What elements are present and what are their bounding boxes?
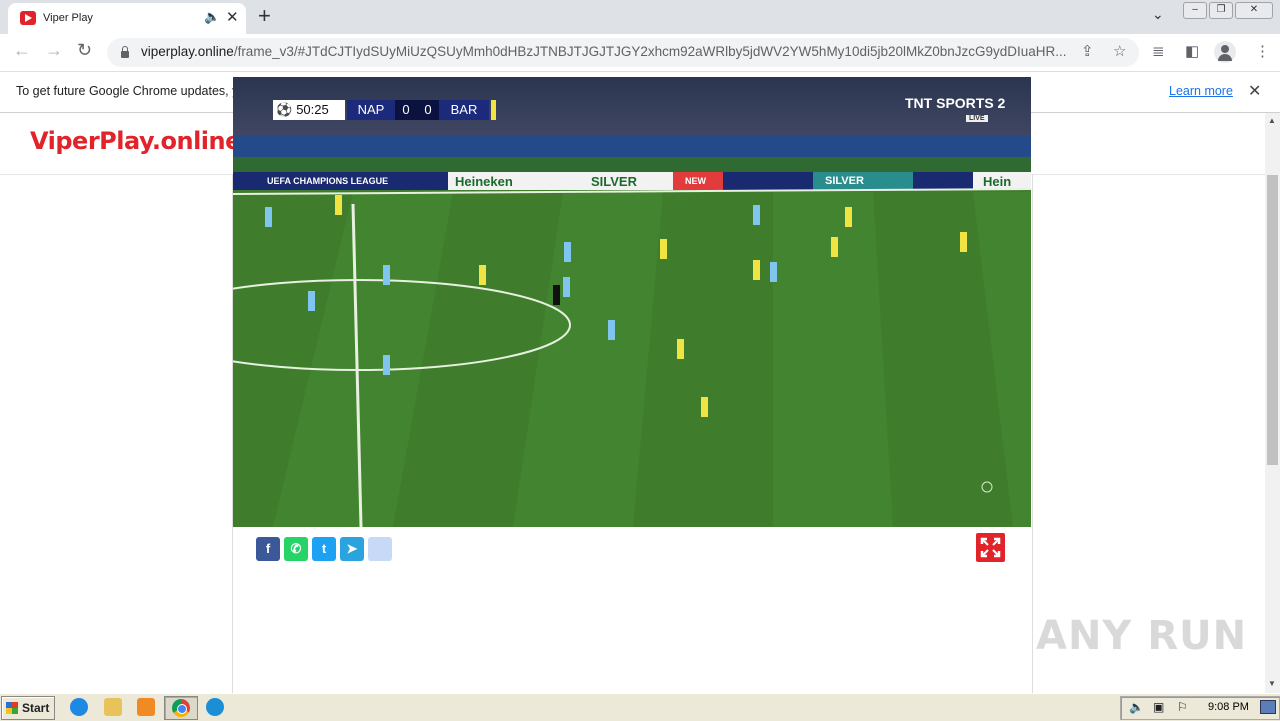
learn-more-link[interactable]: Learn more bbox=[1169, 84, 1233, 98]
broadcaster-logo: TNT SPORTS 2 bbox=[905, 95, 1006, 111]
viperplay-favicon-icon bbox=[20, 11, 36, 25]
chrome-icon-center bbox=[177, 704, 187, 714]
tab-close-icon[interactable]: ✕ bbox=[226, 8, 239, 26]
twitter-share-button[interactable]: t bbox=[312, 537, 336, 561]
more-share-button[interactable] bbox=[368, 537, 392, 561]
volume-icon[interactable]: 🔈 bbox=[1129, 700, 1144, 714]
whatsapp-share-button[interactable]: ✆ bbox=[284, 537, 308, 561]
side-panel-icon[interactable]: ◧ bbox=[1185, 42, 1199, 60]
away-team: BAR bbox=[439, 100, 489, 120]
more-menu-icon[interactable]: ⋮ bbox=[1255, 42, 1270, 60]
url-host: viperplay.online bbox=[141, 44, 234, 59]
video-frame bbox=[233, 77, 1031, 527]
facebook-icon: f bbox=[265, 541, 271, 556]
window-close-icon[interactable]: ✕ bbox=[1235, 2, 1273, 19]
anyrun-watermark: ANY RUN bbox=[1036, 613, 1248, 659]
network-icon[interactable]: ▣ bbox=[1153, 700, 1164, 714]
match-time: 50:25 bbox=[296, 102, 329, 117]
forward-arrow-icon[interactable]: → bbox=[45, 40, 63, 61]
whatsapp-icon: ✆ bbox=[290, 541, 302, 556]
address-bar[interactable]: viperplay.online/frame_v3/#JTdCJTIydSUyM… bbox=[107, 38, 1139, 67]
restore-icon[interactable]: ❐ bbox=[1209, 2, 1233, 19]
away-score: 0 bbox=[417, 100, 439, 120]
back-arrow-icon[interactable]: ← bbox=[13, 40, 31, 61]
fullscreen-button[interactable] bbox=[976, 533, 1005, 562]
windows-taskbar: Start 🔈 ▣ ⚐ 9:08 PM bbox=[0, 693, 1280, 721]
start-button[interactable]: Start bbox=[1, 696, 55, 720]
bookmark-star-icon[interactable]: ☆ bbox=[1113, 42, 1126, 60]
system-tray: 🔈 ▣ ⚐ bbox=[1120, 696, 1280, 720]
fullscreen-icon bbox=[980, 537, 1001, 558]
tab-strip: Viper Play 🔈 ✕ + ⌄ – ❐ ✕ bbox=[0, 0, 1280, 34]
file-explorer-icon[interactable] bbox=[104, 698, 122, 716]
action-center-flag-icon[interactable]: ⚐ bbox=[1177, 700, 1188, 714]
start-label: Start bbox=[22, 701, 50, 715]
scrollbar-thumb[interactable] bbox=[1267, 175, 1278, 465]
live-badge: LIVE bbox=[966, 115, 988, 122]
ad-board-heineken-2: Hein bbox=[983, 174, 1012, 189]
ad-board-new: NEW bbox=[685, 176, 706, 186]
ad-board-heineken: Heineken bbox=[455, 174, 513, 189]
url-text[interactable]: viperplay.online/frame_v3/#JTdCJTIydSUyM… bbox=[141, 44, 1071, 59]
ad-board-silver-2: SILVER bbox=[825, 175, 864, 187]
away-color-stripe bbox=[491, 100, 496, 120]
new-tab-plus-icon[interactable]: + bbox=[258, 3, 271, 29]
home-team: NAP bbox=[347, 100, 395, 120]
tab-title: Viper Play bbox=[43, 12, 93, 24]
match-clock: ⚽ 50:25 bbox=[273, 100, 345, 120]
scroll-down-icon[interactable]: ▼ bbox=[1268, 679, 1276, 688]
media-control-icon[interactable]: ≣ bbox=[1152, 42, 1165, 60]
info-close-icon[interactable]: ✕ bbox=[1248, 81, 1261, 101]
media-player-icon[interactable] bbox=[137, 698, 155, 716]
profile-icon[interactable] bbox=[1214, 41, 1236, 63]
show-desktop-icon[interactable] bbox=[1260, 700, 1276, 714]
twitter-icon: t bbox=[321, 541, 327, 556]
share-icon[interactable]: ⇪ bbox=[1081, 42, 1094, 60]
scroll-up-icon[interactable]: ▲ bbox=[1268, 116, 1276, 125]
telegram-share-button[interactable]: ➤ bbox=[340, 537, 364, 561]
taskbar-clock[interactable]: 9:08 PM bbox=[1208, 701, 1249, 713]
video-player[interactable]: ⚽ 50:25 NAP 0 0 BAR TNT SPORTS 2 LIVE UEF… bbox=[233, 77, 1031, 527]
telegram-icon: ➤ bbox=[346, 541, 358, 556]
tab-search-chevron-down-icon[interactable]: ⌄ bbox=[1152, 6, 1164, 23]
home-score: 0 bbox=[395, 100, 417, 120]
site-logo[interactable]: ViperPlay.online bbox=[30, 127, 241, 155]
url-path: /frame_v3/#JTdCJTIydSUyMiUzQSUyMmh0dHBzJ… bbox=[233, 44, 1067, 59]
chrome-taskbar-button[interactable] bbox=[164, 696, 198, 720]
speaker-icon[interactable]: 🔈 bbox=[204, 9, 220, 25]
windows-logo-icon bbox=[6, 702, 18, 714]
ad-board-silver: SILVER bbox=[591, 174, 637, 189]
browser-toolbar: ← → ↻ viperplay.online/frame_v3/#JTdCJTI… bbox=[0, 34, 1280, 72]
browser-tab[interactable]: Viper Play 🔈 ✕ bbox=[8, 3, 246, 34]
facebook-share-button[interactable]: f bbox=[256, 537, 280, 561]
minimize-icon[interactable]: – bbox=[1183, 2, 1207, 19]
edge-icon[interactable] bbox=[206, 698, 224, 716]
internet-explorer-icon[interactable] bbox=[70, 698, 88, 716]
lock-icon[interactable] bbox=[121, 46, 129, 58]
ad-board-ucl: UEFA CHAMPIONS LEAGUE bbox=[267, 176, 389, 186]
soccer-ball-icon: ⚽ bbox=[276, 102, 293, 117]
reload-icon[interactable]: ↻ bbox=[77, 40, 92, 61]
